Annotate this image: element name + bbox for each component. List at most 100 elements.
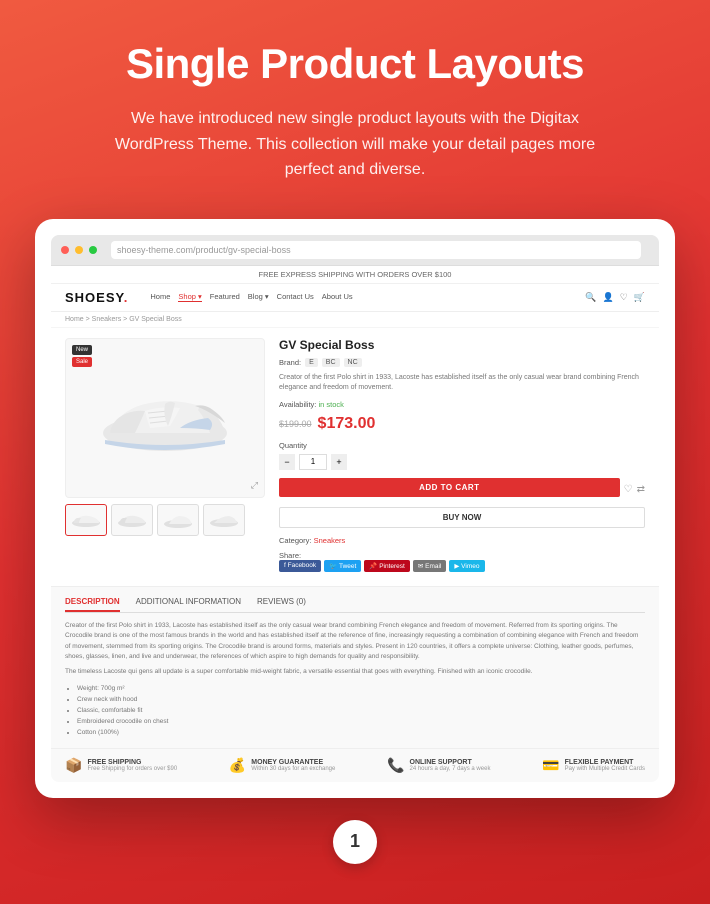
- search-icon[interactable]: 🔍: [585, 292, 596, 303]
- nav-shop[interactable]: Shop ▾: [178, 292, 201, 302]
- device-frame: shoesy-theme.com/product/gv-special-boss…: [35, 219, 675, 798]
- guarantee-sub: Within 30 days for an exchange: [251, 766, 335, 772]
- browser-dot-minimize: [75, 246, 83, 254]
- page-indicator: 1: [333, 820, 377, 864]
- footer-feature-guarantee: 💰 MONEY GUARANTEE Within 30 days for an …: [229, 757, 336, 774]
- tab-list-item: Weight: 700g m²: [77, 683, 645, 694]
- brand-badge-2: BC: [322, 358, 340, 367]
- qty-input[interactable]: [299, 454, 327, 470]
- footer-feature-support: 📞 ONLINE SUPPORT 24 hours a day, 7 days …: [387, 757, 490, 774]
- category-link[interactable]: Sneakers: [314, 536, 346, 545]
- tab-reviews[interactable]: REVIEWS (0): [257, 597, 306, 612]
- email-button[interactable]: ✉ Email: [413, 560, 447, 572]
- browser-window: shoesy-theme.com/product/gv-special-boss…: [51, 235, 659, 782]
- user-icon[interactable]: 👤: [602, 292, 613, 303]
- shipping-sub: Free Shipping for orders over $90: [87, 766, 177, 772]
- footer-feature-shipping-text: FREE SHIPPING Free Shipping for orders o…: [87, 759, 177, 772]
- product-info: GV Special Boss Brand: E BC NC Creator o…: [279, 338, 645, 576]
- shop-nav: SHOESY. Home Shop ▾ Featured Blog ▾ Cont…: [51, 284, 659, 312]
- brand-label: Brand:: [279, 358, 301, 367]
- qty-increase-button[interactable]: +: [331, 454, 347, 470]
- browser-dot-close: [61, 246, 69, 254]
- page-title: Single Product Layouts: [126, 40, 584, 88]
- shipping-icon: 📦: [65, 757, 82, 774]
- new-badge: New: [72, 345, 92, 355]
- tabs-row: DESCRIPTION ADDITIONAL INFORMATION REVIE…: [65, 597, 645, 613]
- brand-row: Brand: E BC NC: [279, 358, 645, 367]
- nav-about[interactable]: About Us: [322, 292, 353, 302]
- breadcrumb: Home > Sneakers > GV Special Boss: [51, 312, 659, 328]
- footer-feature-support-text: ONLINE SUPPORT 24 hours a day, 7 days a …: [410, 759, 491, 772]
- browser-dot-maximize: [89, 246, 97, 254]
- add-to-cart-button[interactable]: ADD TO CART: [279, 478, 620, 497]
- thumb-3[interactable]: [157, 504, 199, 536]
- payment-icon: 💳: [542, 757, 559, 774]
- availability-value: in stock: [318, 400, 343, 409]
- tab-paragraph-1: Creator of the first Polo shirt in 1933,…: [65, 621, 645, 663]
- quantity-row: − +: [279, 454, 645, 470]
- shipping-title: FREE SHIPPING: [87, 759, 177, 766]
- footer-feature-guarantee-text: MONEY GUARANTEE Within 30 days for an ex…: [251, 759, 335, 772]
- nav-links: Home Shop ▾ Featured Blog ▾ Contact Us A…: [150, 292, 575, 302]
- guarantee-icon: 💰: [229, 757, 246, 774]
- compare-button[interactable]: ⇄: [637, 484, 645, 495]
- twitter-button[interactable]: 🐦 Tweet: [324, 560, 361, 572]
- price-new: $173.00: [318, 415, 376, 433]
- nav-blog[interactable]: Blog ▾: [248, 292, 269, 302]
- qty-decrease-button[interactable]: −: [279, 454, 295, 470]
- category-row: Category: Sneakers: [279, 536, 645, 545]
- footer-features-bar: 📦 FREE SHIPPING Free Shipping for orders…: [51, 748, 659, 782]
- support-title: ONLINE SUPPORT: [410, 759, 491, 766]
- footer-feature-payment: 💳 FLEXIBLE PAYMENT Pay with Multiple Cre…: [542, 757, 645, 774]
- nav-home[interactable]: Home: [150, 292, 170, 302]
- product-description: Creator of the first Polo shirt in 1933,…: [279, 373, 645, 394]
- support-icon: 📞: [387, 757, 404, 774]
- guarantee-title: MONEY GUARANTEE: [251, 759, 335, 766]
- browser-url-bar[interactable]: shoesy-theme.com/product/gv-special-boss: [111, 241, 641, 259]
- tab-additional-info[interactable]: ADDITIONAL INFORMATION: [136, 597, 241, 612]
- payment-title: FLEXIBLE PAYMENT: [565, 759, 645, 766]
- nav-featured[interactable]: Featured: [210, 292, 240, 302]
- thumb-2[interactable]: [111, 504, 153, 536]
- tab-paragraph-2: The timeless Lacoste qui gens all update…: [65, 667, 645, 677]
- facebook-button[interactable]: f Facebook: [279, 560, 321, 572]
- product-title: GV Special Boss: [279, 338, 645, 352]
- pinterest-button[interactable]: 📌 Pinterest: [364, 560, 410, 572]
- expand-icon[interactable]: ⤢: [251, 480, 258, 491]
- nav-icons: 🔍 👤 ♡ 🛒: [585, 292, 645, 303]
- cart-icon[interactable]: 🛒: [634, 292, 645, 303]
- tab-list-item: Classic, comfortable fit: [77, 705, 645, 716]
- sale-badge: Sale: [72, 357, 92, 367]
- tabs-section: DESCRIPTION ADDITIONAL INFORMATION REVIE…: [51, 586, 659, 748]
- tab-description[interactable]: DESCRIPTION: [65, 597, 120, 612]
- social-buttons: f Facebook 🐦 Tweet 📌 Pinterest ✉ Email ▶…: [279, 560, 645, 572]
- buy-now-button[interactable]: BUY NOW: [279, 507, 645, 528]
- product-area: New Sale: [51, 328, 659, 586]
- share-row: Share: f Facebook 🐦 Tweet 📌 Pinterest ✉ …: [279, 551, 645, 572]
- product-images: New Sale: [65, 338, 265, 576]
- nav-contact[interactable]: Contact Us: [277, 292, 314, 302]
- price-row: $199.00 $173.00: [279, 415, 645, 433]
- tab-list-item: Cotton (100%): [77, 727, 645, 738]
- page-subtitle: We have introduced new single product la…: [105, 106, 605, 183]
- tab-list-item: Embroidered crocodile on chest: [77, 716, 645, 727]
- price-old: $199.00: [279, 419, 312, 429]
- availability-row: Availability: in stock: [279, 400, 645, 409]
- footer-feature-payment-text: FLEXIBLE PAYMENT Pay with Multiple Credi…: [565, 759, 645, 772]
- wishlist-icon[interactable]: ♡: [620, 292, 628, 303]
- thumb-4[interactable]: [203, 504, 245, 536]
- notice-bar: FREE EXPRESS SHIPPING WITH ORDERS OVER $…: [51, 266, 659, 284]
- quantity-label: Quantity: [279, 441, 645, 450]
- support-sub: 24 hours a day, 7 days a week: [410, 766, 491, 772]
- thumb-1[interactable]: [65, 504, 107, 536]
- vimeo-button[interactable]: ▶ Vimeo: [449, 560, 484, 572]
- browser-chrome: shoesy-theme.com/product/gv-special-boss: [51, 235, 659, 266]
- thumbnail-row: [65, 504, 265, 536]
- tab-feature-list: Weight: 700g m² Crew neck with hood Clas…: [65, 683, 645, 738]
- tab-list-item: Crew neck with hood: [77, 694, 645, 705]
- wishlist-button[interactable]: ♡: [624, 484, 633, 495]
- payment-sub: Pay with Multiple Credit Cards: [565, 766, 645, 772]
- cart-actions: ADD TO CART ♡ ⇄: [279, 478, 645, 501]
- footer-feature-shipping: 📦 FREE SHIPPING Free Shipping for orders…: [65, 757, 177, 774]
- main-product-image: New Sale: [65, 338, 265, 498]
